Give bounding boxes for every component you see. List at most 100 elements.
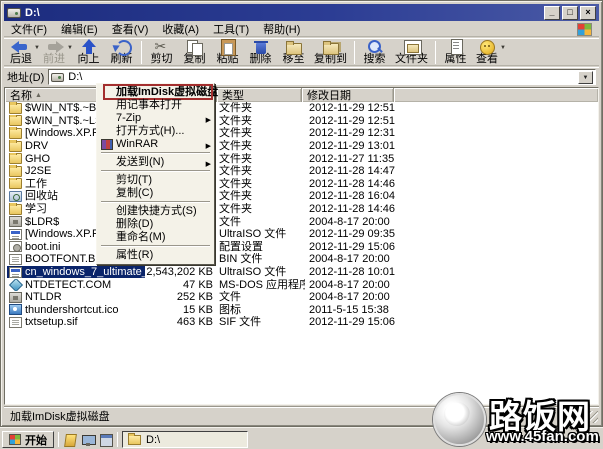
file-icon bbox=[9, 178, 22, 189]
maximize-button[interactable]: □ bbox=[562, 6, 578, 20]
file-row[interactable]: J2SE 文件夹 2012-11-28 14:47 bbox=[5, 165, 598, 178]
context-menu-item-label: 创建快捷方式(S) bbox=[116, 205, 197, 217]
file-row[interactable]: NTLDR 252 KB 文件 2004-8-17 20:00 bbox=[5, 291, 598, 304]
context-menu-item[interactable]: 打开方式(H)... ▶ bbox=[99, 125, 212, 138]
address-dropdown-button[interactable]: ▼ bbox=[578, 71, 593, 84]
toolbar-button[interactable]: 文件夹 ▼ bbox=[391, 39, 432, 66]
file-row[interactable]: cn_windows_7_ultimate_x86_... 2,543,202 … bbox=[5, 266, 598, 279]
toolbar-button[interactable]: 移至 ▼ bbox=[277, 39, 310, 66]
toolbar-button[interactable]: 剪切 ▼ bbox=[145, 39, 178, 66]
context-menu-item[interactable]: 属性(R) ▶ bbox=[99, 249, 212, 262]
file-name: $WIN_NT$.~LS bbox=[25, 115, 102, 127]
file-icon bbox=[9, 279, 22, 290]
toolbar-button-icon bbox=[10, 39, 32, 54]
toolbar-button[interactable]: 复制到 ▼ bbox=[310, 39, 351, 66]
toolbar-button-icon bbox=[283, 39, 305, 54]
toolbar-button-icon bbox=[78, 39, 100, 54]
file-row[interactable]: DRV 文件夹 2012-11-29 13:01 bbox=[5, 140, 598, 153]
file-row[interactable]: $WIN_NT$.~LS 文件夹 2012-11-29 12:51 bbox=[5, 115, 598, 128]
file-row[interactable]: 工作 文件夹 2012-11-28 14:46 bbox=[5, 178, 598, 191]
taskbar-separator bbox=[58, 432, 59, 447]
file-icon bbox=[9, 216, 22, 227]
menu-bar-item[interactable]: 查看(V) bbox=[105, 20, 156, 38]
context-menu-item-label: WinRAR bbox=[116, 138, 158, 150]
context-menu-item[interactable]: 7-Zip ▶ bbox=[99, 112, 212, 125]
file-row[interactable]: [Windows.XP.Professional UltraISO 文件 201… bbox=[5, 228, 598, 241]
toolbar-button[interactable]: 刷新 ▼ bbox=[105, 39, 138, 66]
context-menu-item[interactable]: 创建快捷方式(S) ▶ bbox=[99, 205, 212, 218]
column-header-date[interactable]: 修改日期 bbox=[302, 88, 394, 102]
file-date: 2012-11-28 14:46 bbox=[309, 178, 395, 190]
minimize-button[interactable]: _ bbox=[544, 6, 560, 20]
toolbar-button[interactable]: 前进 ▼ bbox=[39, 39, 72, 66]
file-type: 文件夹 bbox=[219, 102, 305, 114]
dropdown-arrow-icon[interactable]: ▼ bbox=[500, 45, 506, 51]
context-menu-item[interactable]: 加载ImDisk虚拟磁盘 ▶ bbox=[99, 86, 212, 99]
file-row[interactable]: GHO 文件夹 2012-11-27 11:35 bbox=[5, 152, 598, 165]
context-menu-item[interactable]: 重命名(M) ▶ bbox=[99, 231, 212, 244]
context-menu-item[interactable]: 用记事本打开 ▶ bbox=[99, 99, 212, 112]
file-type: BIN 文件 bbox=[219, 253, 305, 265]
menu-bar-item[interactable]: 文件(F) bbox=[4, 20, 54, 38]
file-type: 文件 bbox=[219, 291, 305, 303]
close-button[interactable]: × bbox=[580, 6, 596, 20]
context-menu-item[interactable]: 剪切(T) ▶ bbox=[99, 174, 212, 187]
context-menu-item[interactable]: 删除(D) ▶ bbox=[99, 218, 212, 231]
context-menu-item[interactable]: 复制(C) ▶ bbox=[99, 187, 212, 200]
file-row[interactable]: 学习 文件夹 2012-11-28 14:46 bbox=[5, 203, 598, 216]
toolbar-button[interactable]: 删除 ▼ bbox=[244, 39, 277, 66]
show-desktop-icon[interactable] bbox=[81, 433, 95, 447]
file-name: NTLDR bbox=[25, 291, 62, 303]
quick-launch-icon-2[interactable] bbox=[99, 433, 113, 447]
column-headers: 名称 ▲ 类型 修改日期 bbox=[5, 88, 598, 102]
separator bbox=[141, 41, 142, 64]
column-header-type[interactable]: 类型 bbox=[217, 88, 302, 102]
file-name: boot.ini bbox=[25, 241, 60, 253]
file-row[interactable]: [Windows.XP.Professional 文件夹 2012-11-29 … bbox=[5, 127, 598, 140]
file-row[interactable]: BOOTFONT.BIN BIN 文件 2004-8-17 20:00 bbox=[5, 253, 598, 266]
file-row[interactable]: txtsetup.sif 463 KB SIF 文件 2012-11-29 15… bbox=[5, 316, 598, 329]
start-button[interactable]: 开始 bbox=[2, 431, 54, 448]
toolbar-button-icon bbox=[151, 39, 173, 54]
menu-bar-item[interactable]: 编辑(E) bbox=[54, 20, 105, 38]
menu-bar-item[interactable]: 收藏(A) bbox=[155, 20, 206, 38]
context-menu-item[interactable]: 发送到(N) ▶ bbox=[99, 156, 212, 169]
file-row[interactable]: NTDETECT.COM 47 KB MS-DOS 应用程序 2004-8-17… bbox=[5, 278, 598, 291]
quick-launch-icon-1[interactable] bbox=[63, 433, 77, 447]
sort-ascending-icon: ▲ bbox=[35, 92, 42, 99]
toolbar-button[interactable]: 向上 ▼ bbox=[72, 39, 105, 66]
toolbar-button[interactable]: 搜索 ▼ bbox=[358, 39, 391, 66]
file-type: 文件夹 bbox=[219, 127, 305, 139]
file-icon bbox=[9, 153, 22, 164]
toolbar-button-icon bbox=[111, 39, 133, 54]
toolbar-button[interactable]: 复制 ▼ bbox=[178, 39, 211, 66]
file-date: 2012-11-29 12:51 bbox=[309, 102, 395, 114]
toolbar-button[interactable]: 属性 ▼ bbox=[439, 39, 472, 66]
file-row[interactable]: $LDR$ 文件 2004-8-17 20:00 bbox=[5, 215, 598, 228]
file-date: 2012-11-29 12:51 bbox=[309, 115, 395, 127]
menu-bar-item[interactable]: 帮助(H) bbox=[256, 20, 307, 38]
file-date: 2011-5-15 15:38 bbox=[309, 304, 389, 316]
toolbar-button[interactable]: 后退 ▼ bbox=[6, 39, 39, 66]
file-name: 学习 bbox=[25, 203, 47, 215]
taskbar-window-button[interactable]: D:\ bbox=[122, 431, 248, 448]
window-title: D:\ bbox=[25, 7, 40, 19]
file-row[interactable]: thundershortcut.ico 15 KB 图标 2011-5-15 1… bbox=[5, 304, 598, 317]
toolbar-button-icon bbox=[43, 39, 65, 54]
toolbar-button[interactable]: 粘贴 ▼ bbox=[211, 39, 244, 66]
file-date: 2004-8-17 20:00 bbox=[309, 279, 390, 291]
file-name: 工作 bbox=[25, 178, 47, 190]
toolbar-button-icon bbox=[250, 39, 272, 54]
context-menu-item[interactable]: WinRAR ▶ bbox=[99, 138, 212, 151]
file-row[interactable]: $WIN_NT$.~BT 文件夹 2012-11-29 12:51 bbox=[5, 102, 598, 115]
menu-bar-item[interactable]: 工具(T) bbox=[206, 20, 256, 38]
context-menu: 加载ImDisk虚拟磁盘 ▶ 用记事本打开 ▶ 7-Zip ▶ 打开方式(H).… bbox=[96, 83, 215, 265]
context-menu-item-label: 7-Zip bbox=[116, 112, 141, 124]
toolbar-button[interactable]: 查看 ▼ bbox=[472, 39, 505, 66]
context-menu-item-label: 用记事本打开 bbox=[116, 99, 182, 111]
address-bar: 地址(D) D:\ ▼ bbox=[4, 67, 599, 86]
file-row[interactable]: boot.ini 配置设置 2012-11-29 15:06 bbox=[5, 241, 598, 254]
file-type: UltraISO 文件 bbox=[219, 266, 305, 278]
file-row[interactable]: 回收站 文件夹 2012-11-28 16:04 bbox=[5, 190, 598, 203]
file-icon bbox=[9, 317, 22, 328]
